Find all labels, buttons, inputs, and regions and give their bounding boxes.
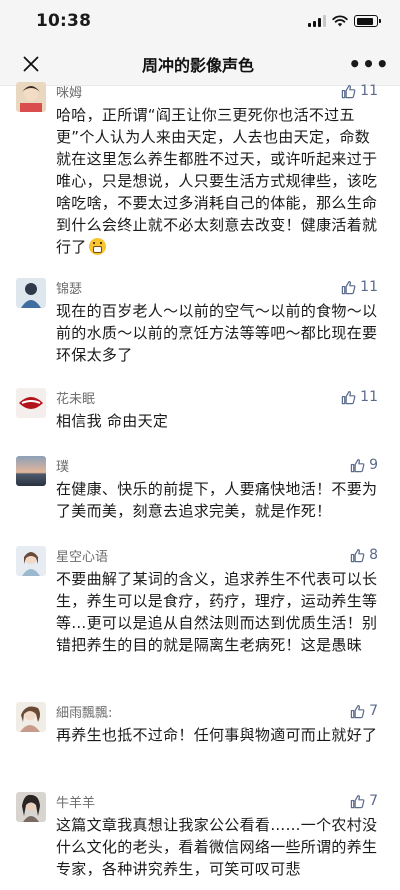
commenter-name: 花未眠: [56, 391, 96, 407]
like-count: 8: [369, 547, 378, 563]
page-title: 周冲的影像声色: [141, 55, 254, 75]
avatar[interactable]: [16, 702, 46, 732]
comment-text: 现在的百岁老人～以前的空气～以前的食物～以前的水质～以前的烹饪方法等等吧～都比现…: [56, 302, 378, 364]
comment-item: 咪姆 11 哈哈，正所谓“阎王让你三更死你也活不过五更”个人认为人来由天定，人去…: [0, 80, 400, 276]
thumbs-up-icon: [341, 390, 356, 404]
thumbs-up-icon: [341, 280, 356, 294]
thumbs-up-icon: [350, 704, 365, 718]
commenter-name: 咪姆: [56, 85, 83, 101]
avatar[interactable]: [16, 546, 46, 576]
wifi-icon: [332, 12, 348, 31]
like-count: 11: [360, 389, 378, 405]
like-button[interactable]: 11: [341, 83, 378, 99]
comment-item: 牛羊羊 7 这篇文章我真想让我家公公看看……一个农村没什么文化的老头，看着微信网…: [0, 790, 400, 890]
avatar[interactable]: [16, 456, 46, 486]
status-time: 10:38: [36, 11, 92, 31]
comment-text: 在健康、快乐的前提下，人要痛快地活！不要为了美而美，刻意去追求完美，就是作死！: [56, 480, 378, 520]
commenter-name: 星空心语: [56, 549, 109, 565]
avatar[interactable]: [16, 792, 46, 822]
comment-item: 星空心语 8 不要曲解了某词的含义，追求养生不代表可以长生，养生可以是食疗，药疗…: [0, 544, 400, 700]
status-bar: 10:38: [0, 0, 400, 42]
commenter-name: 璞: [56, 459, 70, 475]
like-button[interactable]: 7: [350, 793, 378, 809]
like-button[interactable]: 7: [350, 703, 378, 719]
thumbs-up-icon: [350, 548, 365, 562]
like-button[interactable]: 9: [350, 457, 378, 473]
close-icon: [23, 56, 39, 71]
comment-text: 哈哈，正所谓“阎王让你三更死你也活不过五更”个人认为人来由天定，人去也由天定，命…: [56, 106, 378, 256]
cellular-signal-icon: [308, 15, 326, 27]
more-icon: •••: [348, 51, 390, 76]
avatar[interactable]: [16, 82, 46, 112]
comment-text: 不要曲解了某词的含义，追求养生不代表可以长生，养生可以是食疗，药疗，理疗，运动养…: [56, 570, 378, 654]
like-count: 7: [369, 793, 378, 809]
comment-item: 細雨飄飄: 7 再养生也抵不过命！任何事與物適可而止就好了: [0, 700, 400, 790]
battery-icon: [354, 15, 381, 27]
comment-text: 相信我 命由天定: [56, 412, 169, 430]
comment-item: 锦瑟 11 现在的百岁老人～以前的空气～以前的食物～以前的水质～以前的烹饪方法等…: [0, 276, 400, 386]
status-icons: [308, 12, 381, 31]
comment-text: 这篇文章我真想让我家公公看看……一个农村没什么文化的老头，看着微信网络一些所谓的…: [56, 816, 378, 878]
thumbs-up-icon: [350, 458, 365, 472]
comment-item: 璞 9 在健康、快乐的前提下，人要痛快地活！不要为了美而美，刻意去追求完美，就是…: [0, 454, 400, 544]
like-count: 7: [369, 703, 378, 719]
grin-emoji-icon: [88, 238, 106, 255]
close-button[interactable]: [20, 53, 42, 75]
comment-text: 再养生也抵不过命！任何事與物適可而止就好了: [56, 726, 378, 744]
comment-list[interactable]: 咪姆 11 哈哈，正所谓“阎王让你三更死你也活不过五更”个人认为人来由天定，人去…: [0, 80, 400, 890]
commenter-name: 細雨飄飄:: [56, 705, 113, 721]
thumbs-up-icon: [350, 794, 365, 808]
like-count: 11: [360, 279, 378, 295]
thumbs-up-icon: [341, 84, 356, 98]
avatar[interactable]: [16, 388, 46, 418]
like-button[interactable]: 8: [350, 547, 378, 563]
like-count: 9: [369, 457, 378, 473]
commenter-name: 锦瑟: [56, 281, 83, 297]
more-options-button[interactable]: •••: [348, 52, 388, 76]
like-button[interactable]: 11: [341, 389, 378, 405]
like-button[interactable]: 11: [341, 279, 378, 295]
like-count: 11: [360, 83, 378, 99]
commenter-name: 牛羊羊: [56, 795, 96, 811]
comment-item: 花未眠 11 相信我 命由天定: [0, 386, 400, 454]
avatar[interactable]: [16, 278, 46, 308]
